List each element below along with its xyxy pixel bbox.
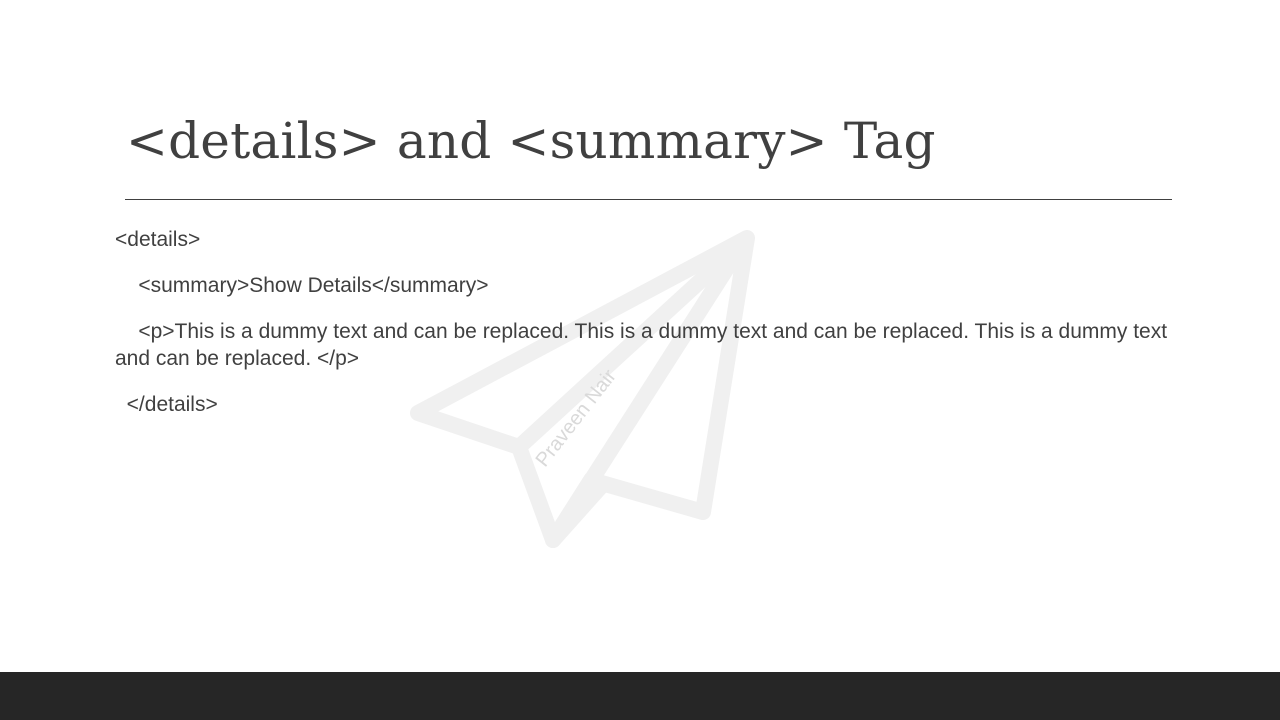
code-line: <p>This is a dummy text and can be repla… [115, 318, 1175, 372]
footer-bar [0, 672, 1280, 720]
slide-title: <details> and <summary> Tag [126, 112, 936, 170]
slide: Praveen Nair <details> and <summary> Tag… [0, 0, 1280, 720]
code-line: <details> [115, 226, 1175, 253]
code-line: <summary>Show Details</summary> [115, 272, 1175, 299]
code-block: <details> <summary>Show Details</summary… [115, 226, 1175, 437]
code-line: </details> [115, 391, 1175, 418]
title-divider [125, 199, 1172, 200]
